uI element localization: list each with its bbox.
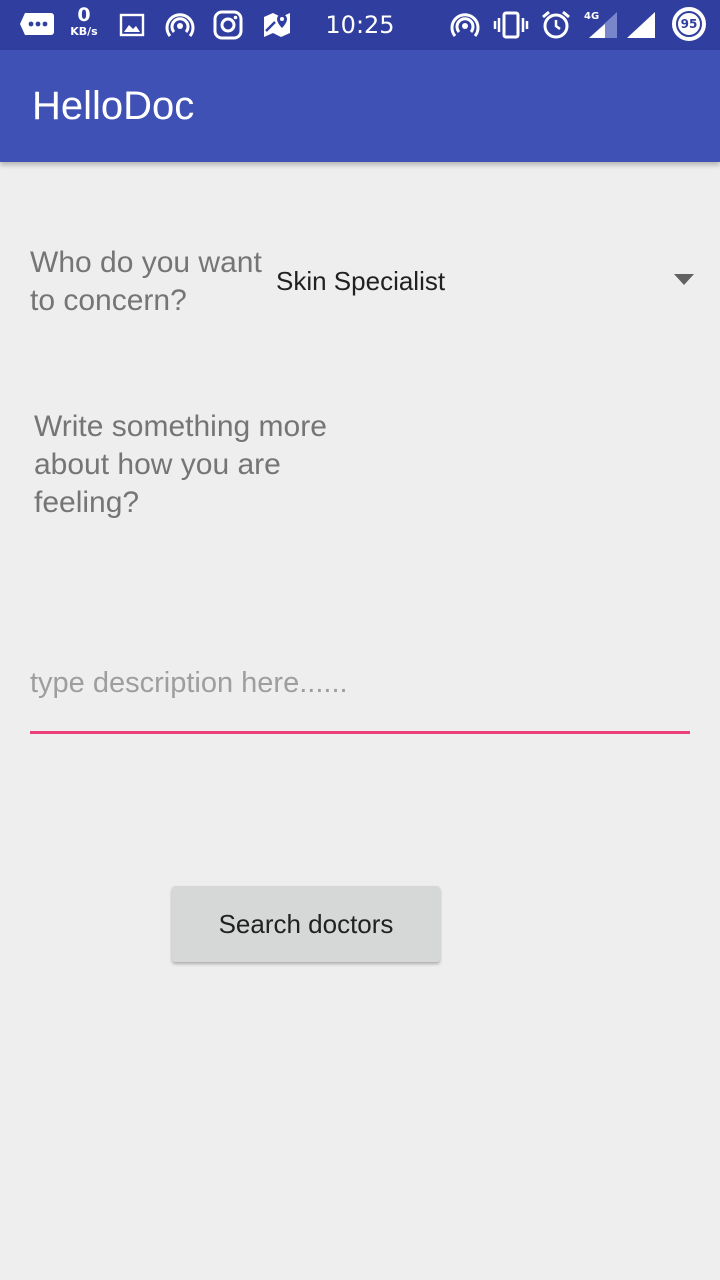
instagram-icon [212, 0, 244, 50]
specialist-spinner[interactable]: Skin Specialist [270, 250, 706, 316]
concern-label: Who do you want to concern? [30, 246, 262, 317]
battery-icon: 95 [672, 7, 706, 41]
dropdown-arrow-icon [674, 274, 694, 285]
battery-level: 95 [676, 11, 702, 37]
feeling-label: Write something more about how you are f… [34, 410, 327, 519]
status-bar: 0 KB/s 10:25 4G 95 [0, 0, 720, 50]
signal-icon [624, 0, 658, 50]
spinner-selected-value: Skin Specialist [276, 266, 446, 296]
hotspot-icon [448, 0, 482, 50]
description-input[interactable] [30, 650, 690, 734]
hotspot-icon [163, 0, 197, 50]
search-doctors-button[interactable]: Search doctors [172, 886, 440, 962]
message-icon [18, 0, 56, 50]
net-speed-unit: KB/s [70, 25, 98, 38]
clock: 10:25 [325, 11, 395, 39]
alarm-icon [539, 0, 573, 50]
app-bar: HelloDoc [0, 50, 720, 162]
net-speed-value: 0 [77, 4, 91, 26]
vibrate-icon [492, 0, 530, 50]
maps-icon [260, 0, 294, 50]
image-icon [118, 0, 146, 50]
signal-4g-icon [586, 0, 620, 50]
net-speed: 0 KB/s [64, 4, 104, 38]
app-title: HelloDoc [32, 84, 195, 128]
